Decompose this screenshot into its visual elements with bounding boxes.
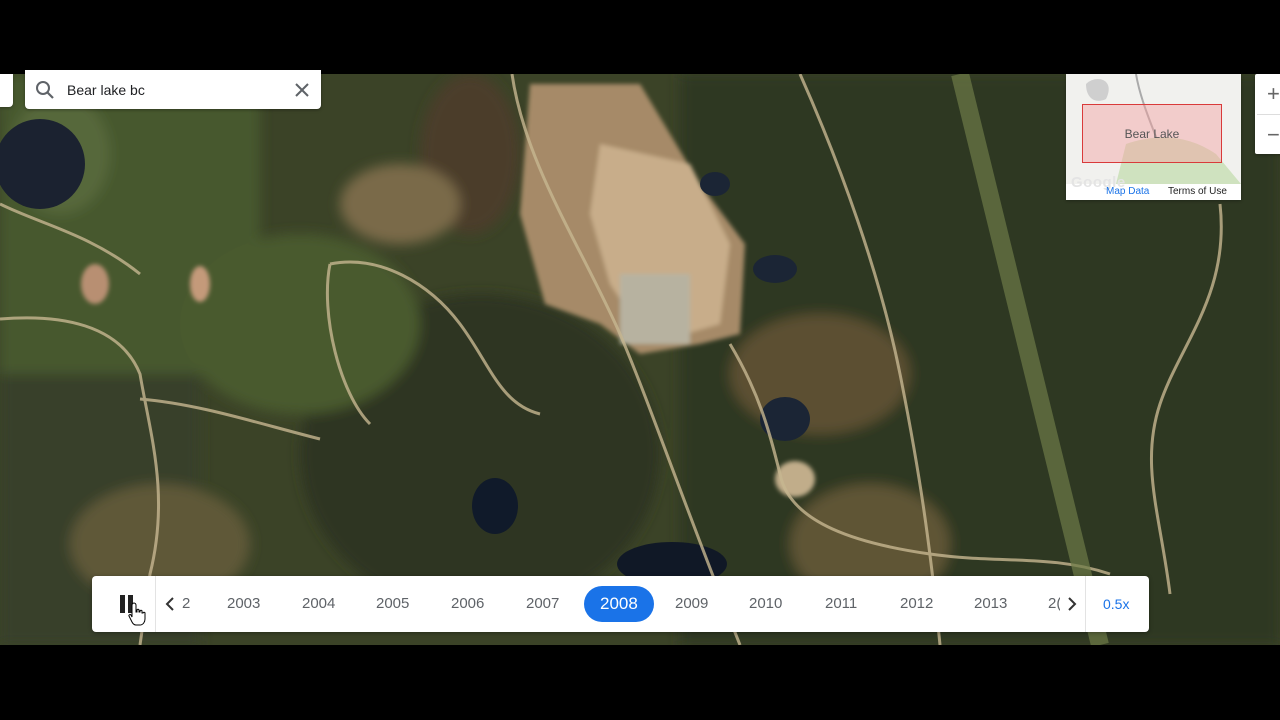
close-icon[interactable]: [283, 70, 321, 109]
search-icon[interactable]: [25, 70, 65, 109]
letterbox-bottom: [0, 645, 1280, 720]
viewport-highlight: Bear Lake: [1082, 104, 1222, 163]
year-2010[interactable]: 2010: [749, 576, 782, 632]
year-2008-selected[interactable]: 2008: [584, 586, 654, 622]
minus-icon[interactable]: −: [1255, 115, 1280, 155]
year-2004[interactable]: 2004: [302, 576, 335, 632]
overview-minimap[interactable]: Bear Lake Google Map Data Terms of Use: [1066, 74, 1241, 200]
year-2009[interactable]: 2009: [675, 576, 708, 632]
year-partial-right[interactable]: 2(: [1048, 576, 1060, 632]
terms-of-use-link[interactable]: Terms of Use: [1168, 186, 1227, 197]
letterbox-top: [0, 0, 1280, 74]
minimap-place-label: Bear Lake: [1124, 126, 1180, 141]
search-box[interactable]: Bear lake bc: [25, 70, 321, 109]
year-strip: 2 2003 2004 2005 2006 2007 2008 2009 201…: [178, 576, 1060, 632]
chevron-left-icon[interactable]: [160, 594, 180, 614]
year-2006[interactable]: 2006: [451, 576, 484, 632]
plus-icon[interactable]: +: [1255, 74, 1280, 114]
timeline-divider: [155, 576, 156, 632]
timelapse-timeline: 2 2003 2004 2005 2006 2007 2008 2009 201…: [92, 576, 1149, 632]
timeline-divider-right: [1085, 576, 1086, 632]
year-partial-left[interactable]: 2: [182, 576, 190, 632]
year-2013[interactable]: 2013: [974, 576, 1007, 632]
year-2011[interactable]: 2011: [825, 576, 857, 632]
menu-button-edge[interactable]: [0, 74, 13, 107]
chevron-right-icon[interactable]: [1062, 594, 1082, 614]
year-2003[interactable]: 2003: [227, 576, 260, 632]
year-2012[interactable]: 2012: [900, 576, 933, 632]
map-data-link[interactable]: Map Data: [1106, 186, 1149, 197]
pause-icon: [119, 595, 125, 613]
year-2007[interactable]: 2007: [526, 576, 559, 632]
year-2005[interactable]: 2005: [376, 576, 409, 632]
zoom-controls: + −: [1255, 74, 1280, 154]
pointer-cursor-icon: [128, 602, 146, 631]
playback-speed-button[interactable]: 0.5x: [1103, 576, 1129, 632]
search-input[interactable]: Bear lake bc: [65, 82, 283, 98]
